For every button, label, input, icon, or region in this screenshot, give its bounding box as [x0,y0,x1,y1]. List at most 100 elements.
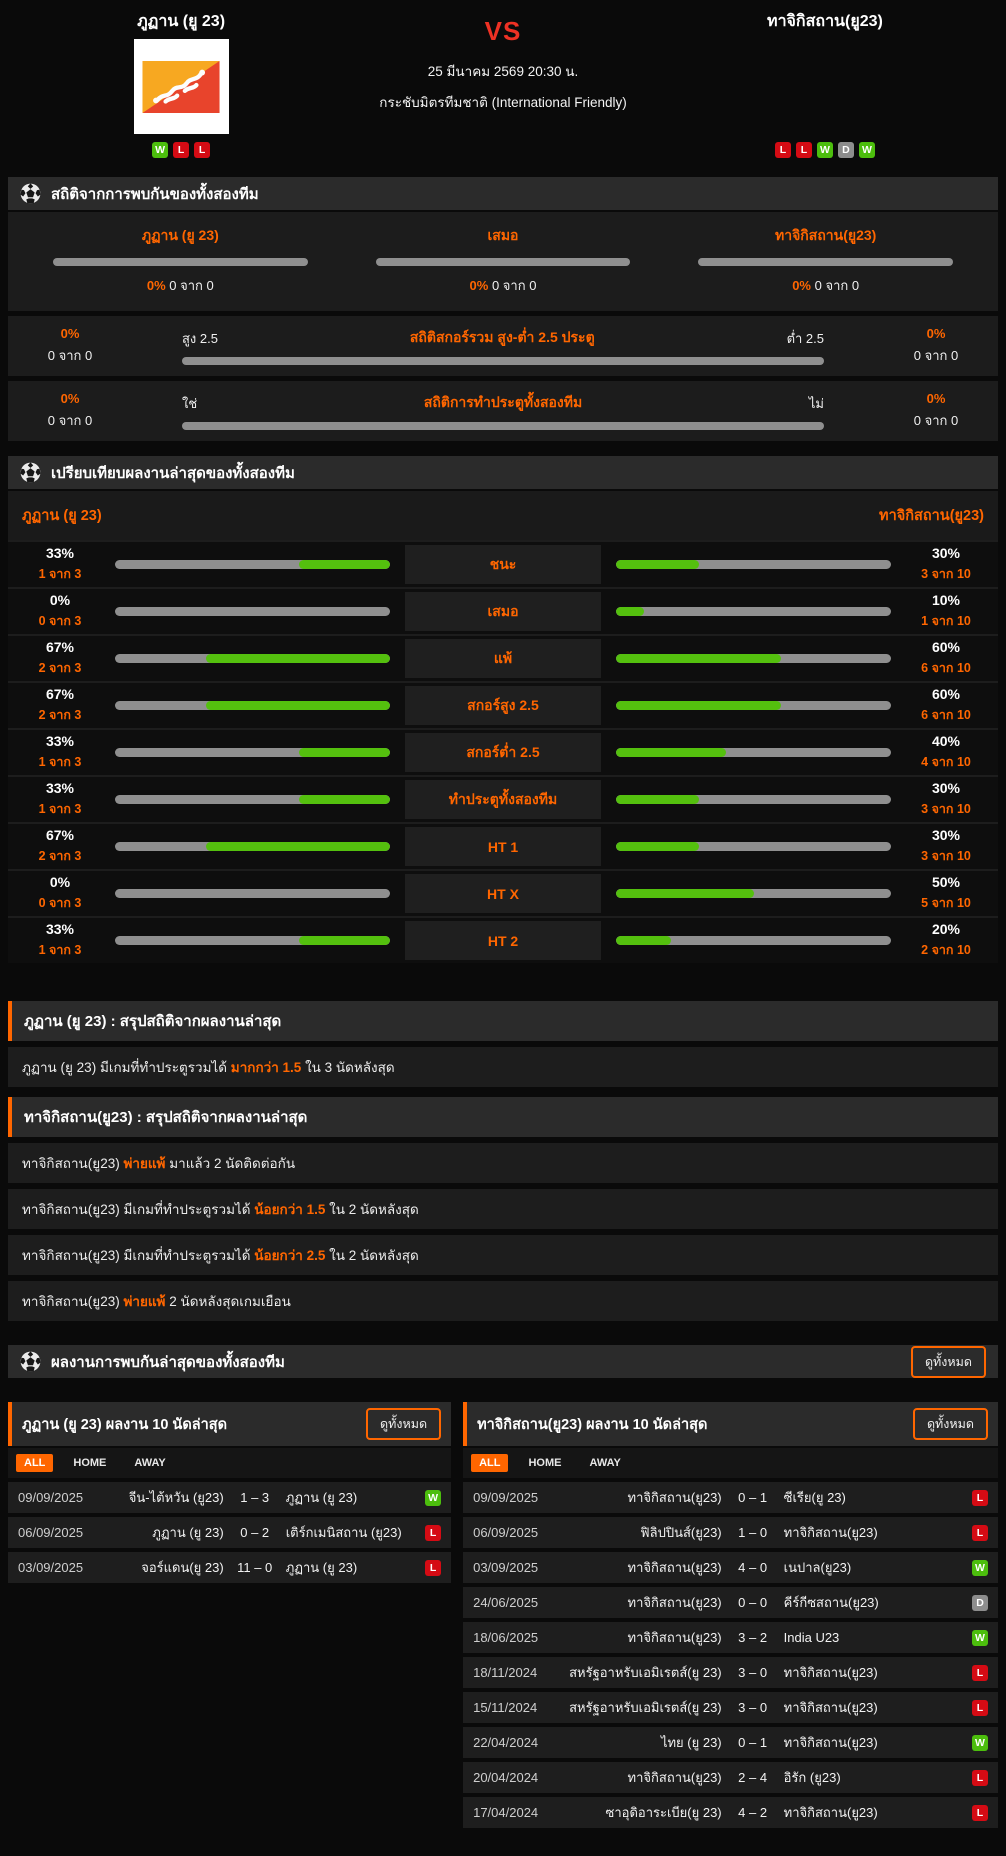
match-row: 15/11/2024 สหรัฐอาหรับเอมิเรตส์(ยู 23) 3… [463,1692,998,1723]
result-badge-w: W [859,142,875,158]
view-all-h2h-button[interactable]: ดูทั้งหมด [911,1346,986,1378]
home-stat: 67%2 จาก 3 [20,639,100,678]
away-stat: 30%3 จาก 10 [906,780,986,819]
match-score: 2 – 4 [730,1770,776,1785]
match-away-team: ทาจิกิสถาน(ยู23) [784,1802,958,1823]
result-badge-l: L [173,142,189,158]
home-progress-bar [115,560,390,569]
band-left-label: ใช่ [182,393,197,414]
result-badge-l: L [796,142,812,158]
compare-stat-label: HT 1 [405,827,601,866]
home-recent-rows: 09/09/2025 จีน-ไต้หวัน (ยู23) 1 – 3 ภูฏา… [8,1482,451,1583]
compare-row: 33%1 จาก 3 สกอร์ต่ำ 2.5 40%4 จาก 10 [8,728,998,775]
highlighted-stat: มากกว่า 1.5 [231,1060,302,1075]
band-right-stat: 0%0 จาก 0 [888,391,984,431]
match-row: 06/09/2025 ฟิลิปปินส์(ยู23) 1 – 0 ทาจิกิ… [463,1517,998,1548]
tab-away[interactable]: AWAY [581,1454,628,1472]
away-stat: 20%2 จาก 10 [906,921,986,960]
away-recent-rows: 09/09/2025 ทาจิกิสถาน(ยู23) 0 – 1 ซีเรีย… [463,1482,998,1828]
result-badge-l: L [425,1525,441,1541]
band-title: สถิติสกอร์รวม สูง-ต่ำ 2.5 ประตู [218,327,787,349]
tab-all[interactable]: ALL [471,1454,508,1472]
home-stat: 33%1 จาก 3 [20,921,100,960]
match-row: 18/06/2025 ทาจิกิสถาน(ยู23) 3 – 2 India … [463,1622,998,1653]
result-badge-l: L [972,1490,988,1506]
compare-row: 33%1 จาก 3 ทำประตูทั้งสองทีม 30%3 จาก 10 [8,775,998,822]
match-row: 06/09/2025 ภูฏาน (ยู 23) 0 – 2 เติร์กเมน… [8,1517,451,1548]
away-recent-tabs: ALL HOME AWAY [463,1448,998,1478]
home-progress-bar [115,748,390,757]
compare-stat-label: เสมอ [405,592,601,631]
home-stat: 67%2 จาก 3 [20,827,100,866]
h2h-percent: 0% [792,278,811,293]
match-score: 4 – 2 [730,1805,776,1820]
away-team-name: ทาจิกิสถาน(ยู23) [767,12,883,32]
match-score: 11 – 0 [232,1560,278,1575]
h2h-column: เสมอ 0% 0 จาก 0 [376,225,631,296]
progress-bar-track [182,422,824,430]
compare-stat-label: HT 2 [405,921,601,960]
match-row: 17/04/2024 ซาอุดิอาระเบีย(ยู 23) 4 – 2 ท… [463,1797,998,1828]
away-stat: 60%6 จาก 10 [906,639,986,678]
match-away-team: คีร์กีซสถาน(ยู23) [784,1592,958,1613]
view-all-away-button[interactable]: ดูทั้งหมด [913,1408,988,1440]
compare-row: 0%0 จาก 3 เสมอ 10%1 จาก 10 [8,587,998,634]
match-row: 20/04/2024 ทาจิกิสถาน(ยู23) 2 – 4 อิรัก … [463,1762,998,1793]
match-score: 0 – 2 [232,1525,278,1540]
home-recent-card: ภูฏาน (ยู 23) ผลงาน 10 นัดล่าสุด ดูทั้งห… [8,1402,451,1583]
away-summary-rows: ทาจิกิสถาน(ยู23) พ่ายแพ้ มาแล้ว 2 นัดติด… [8,1143,998,1321]
compare-row: 67%2 จาก 3 HT 1 30%3 จาก 10 [8,822,998,869]
band-right-label: ต่ำ 2.5 [787,328,824,349]
band-left-label: สูง 2.5 [182,328,218,349]
match-date: 06/09/2025 [473,1525,561,1540]
tab-home[interactable]: HOME [65,1454,114,1472]
match-away-team: India U23 [784,1630,958,1645]
highlighted-stat: น้อยกว่า 1.5 [254,1202,325,1217]
h2h-column-label: ภูฏาน (ยู 23) [53,225,308,247]
h2h-stats-panel: สถิติจากการพบกันของทั้งสองทีม ภูฏาน (ยู … [8,177,998,441]
summary-row: ทาจิกิสถาน(ยู23) พ่ายแพ้ มาแล้ว 2 นัดติด… [8,1143,998,1183]
match-score: 0 – 0 [730,1595,776,1610]
compare-stat-label: ชนะ [405,545,601,584]
result-badge-l: L [972,1700,988,1716]
match-home-team: สหรัฐอาหรับเอมิเรตส์(ยู 23) [569,1697,722,1718]
h2h-panel-header: สถิติจากการพบกันของทั้งสองทีม [8,177,998,210]
h2h-count: 0 จาก 0 [492,278,536,293]
compare-stat-label: ทำประตูทั้งสองทีม [405,780,601,819]
h2h-column-label: ทาจิกิสถาน(ยู23) [698,225,953,247]
summary-row: ทาจิกิสถาน(ยู23) พ่ายแพ้ 2 นัดหลังสุดเกม… [8,1281,998,1321]
away-stat: 60%6 จาก 10 [906,686,986,725]
match-date: 09/09/2025 [18,1490,106,1505]
match-date: 18/06/2025 [473,1630,561,1645]
match-score: 1 – 0 [730,1525,776,1540]
away-progress-bar [616,607,891,616]
compare-home-team: ภูฏาน (ยู 23) [22,504,102,527]
away-progress-bar [616,560,891,569]
h2h-column: ทาจิกิสถาน(ยู23) 0% 0 จาก 0 [698,225,953,296]
tab-home[interactable]: HOME [520,1454,569,1472]
h2h-results-header: ผลงานการพบกันล่าสุดของทั้งสองทีม ดูทั้งห… [8,1345,998,1378]
h2h-percent: 0% [470,278,489,293]
recent-results-tables: ภูฏาน (ยู 23) ผลงาน 10 นัดล่าสุด ดูทั้งห… [8,1402,998,1828]
home-stat: 67%2 จาก 3 [20,686,100,725]
result-badge-w: W [817,142,833,158]
tab-all[interactable]: ALL [16,1454,53,1472]
match-home-team: ภูฏาน (ยู 23) [114,1522,224,1543]
vs-label: VS [485,16,522,47]
band-title: สถิติการทำประตูทั้งสองทีม [197,392,809,414]
h2h-extra-stats: 0%0 จาก 0 สูง 2.5 สถิติสกอร์รวม สูง-ต่ำ … [8,316,998,441]
match-home-team: ซาอุดิอาระเบีย(ยู 23) [569,1802,722,1823]
away-progress-bar [616,654,891,663]
match-home-team: ทาจิกิสถาน(ยู23) [569,1627,722,1648]
match-row: 22/04/2024 ไทย (ยู 23) 0 – 1 ทาจิกิสถาน(… [463,1727,998,1758]
home-team-flag [134,39,229,134]
home-progress-bar [115,889,390,898]
home-progress-bar [115,701,390,710]
view-all-home-button[interactable]: ดูทั้งหมด [366,1408,441,1440]
result-badge-w: W [972,1630,988,1646]
band-left-stat: 0%0 จาก 0 [22,326,118,366]
tab-away[interactable]: AWAY [126,1454,173,1472]
h2h-stat-band: 0%0 จาก 0 ใช่ สถิติการทำประตูทั้งสองทีม … [8,381,998,441]
highlighted-stat: พ่ายแพ้ [123,1156,165,1171]
home-progress-bar [115,795,390,804]
